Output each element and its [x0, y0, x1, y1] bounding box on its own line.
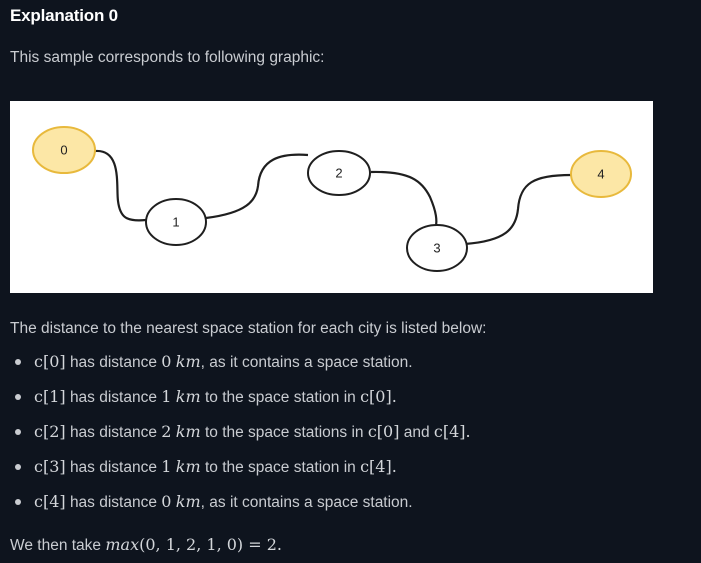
node-1: 1 [145, 198, 207, 246]
conclusion-prefix: We then take [10, 537, 106, 554]
tail-text: to the space station in [200, 389, 361, 406]
station-ref-2: c[4]. [433, 422, 471, 441]
section-title: Explanation 0 [10, 6, 118, 25]
edge-1-2 [205, 153, 309, 220]
tail-text: to the space stations in [200, 424, 368, 441]
node-2: 2 [307, 150, 371, 196]
list-item: c[2] has distance 2 km to the space stat… [10, 414, 690, 449]
distance-value: 1 [161, 457, 172, 476]
node-4: 4 [570, 150, 632, 198]
space-station-graphic: 0 1 2 3 4 [10, 101, 653, 293]
intro-text: This sample corresponds to following gra… [10, 49, 325, 66]
distance-value: 2 [161, 422, 172, 441]
city-ref: c[0] [34, 352, 66, 371]
max-function: max [105, 535, 140, 554]
distance-value: 0 [161, 492, 172, 511]
list-item: c[0] has distance 0 km, as it contains a… [10, 344, 690, 379]
station-ref: c[0]. [360, 387, 397, 406]
node-2-label: 2 [335, 166, 342, 181]
bullet-icon [15, 359, 21, 365]
tail-text: , as it contains a space station. [200, 354, 413, 371]
distance-value: 0 [161, 352, 172, 371]
distance-unit: km [175, 387, 201, 406]
tail-text: to the space station in [200, 459, 361, 476]
distance-unit: km [175, 352, 201, 371]
has-text: has distance [69, 494, 157, 511]
has-text: has distance [69, 389, 157, 406]
node-3-label: 3 [433, 241, 440, 256]
tail-text: , as it contains a space station. [200, 494, 413, 511]
node-3: 3 [406, 224, 468, 272]
station-ref: c[0] [367, 422, 400, 441]
distance-unit: km [175, 457, 201, 476]
list-item: c[1] has distance 1 km to the space stat… [10, 379, 690, 414]
list-lead-text: The distance to the nearest space statio… [10, 320, 487, 337]
city-ref: c[4] [34, 492, 66, 511]
edge-0-1 [94, 149, 147, 222]
node-1-label: 1 [172, 215, 179, 230]
node-0: 0 [32, 126, 96, 174]
city-ref: c[2] [34, 422, 66, 441]
graph-svg: 0 1 2 3 4 [32, 126, 632, 272]
list-item: c[3] has distance 1 km to the space stat… [10, 449, 690, 484]
city-ref: c[1] [34, 387, 66, 406]
distance-unit: km [175, 492, 201, 511]
bullet-icon [15, 464, 21, 470]
bullet-icon [15, 394, 21, 400]
list-item: c[4] has distance 0 km, as it contains a… [10, 484, 690, 519]
station-ref: c[4]. [360, 457, 397, 476]
tail-text-2: and [399, 424, 434, 441]
distance-list: c[0] has distance 0 km, as it contains a… [10, 344, 690, 519]
has-text: has distance [69, 424, 157, 441]
bullet-icon [15, 429, 21, 435]
conclusion-text: We then take max(0, 1, 2, 1, 0) = 2. [10, 535, 282, 555]
city-ref: c[3] [34, 457, 66, 476]
edge-3-4 [464, 173, 572, 246]
distance-unit: km [175, 422, 201, 441]
bullet-icon [15, 499, 21, 505]
node-4-label: 4 [597, 167, 604, 182]
edge-2-3 [370, 170, 438, 232]
max-arguments: (0, 1, 2, 1, 0) = 2. [139, 535, 283, 554]
has-text: has distance [69, 459, 157, 476]
distance-value: 1 [161, 387, 172, 406]
node-0-label: 0 [60, 143, 67, 158]
has-text: has distance [69, 354, 157, 371]
